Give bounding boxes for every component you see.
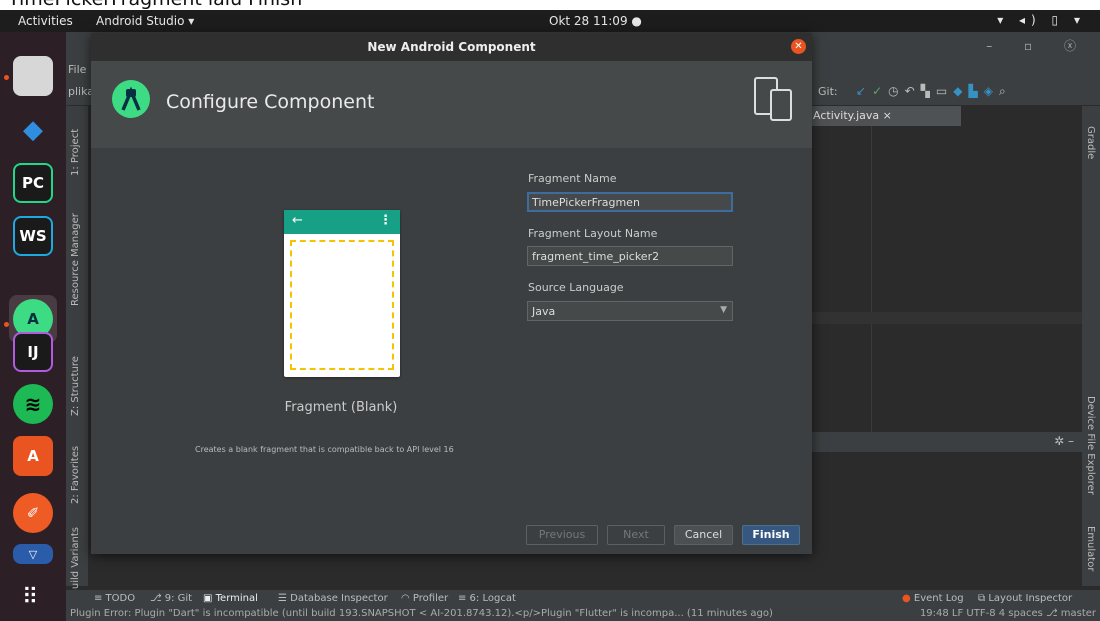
- bottom-panel-header: ✲ –: [811, 432, 1082, 452]
- spotify-icon[interactable]: ≋: [13, 384, 53, 424]
- running-indicator: [4, 75, 9, 80]
- previous-button[interactable]: Previous: [526, 525, 598, 545]
- app-icon[interactable]: ▽: [13, 544, 53, 564]
- fragment-placeholder: [290, 240, 394, 370]
- files-icon[interactable]: [13, 56, 53, 96]
- pycharm-icon[interactable]: PC: [13, 163, 53, 203]
- dialog-title: New Android Component: [91, 33, 812, 61]
- caption-strip: TimePickerFragment lalu Finish: [0, 0, 1100, 10]
- layout-inspector-label: Layout Inspector: [988, 593, 1073, 604]
- preview-toolbar: ← ⋮: [284, 210, 400, 234]
- new-component-dialog: New Android Component ✕ Configure Compon…: [91, 33, 812, 554]
- source-language-select[interactable]: Java ▼: [527, 301, 733, 321]
- tool-logcat[interactable]: ≡ 6: Logcat: [458, 593, 516, 604]
- fragment-name-label: Fragment Name: [528, 172, 617, 185]
- toolbar-icons[interactable]: ↙✓◷↶▚▭◆▙◈⌕: [856, 84, 1012, 99]
- postman-icon[interactable]: ✐: [13, 493, 53, 533]
- running-indicator: [4, 322, 9, 327]
- intellij-icon[interactable]: IJ: [13, 332, 53, 372]
- activities-button[interactable]: Activities: [18, 14, 73, 28]
- tool-structure[interactable]: Z: Structure: [70, 356, 81, 416]
- layout-inspector[interactable]: ⧉ Layout Inspector: [978, 593, 1072, 604]
- tool-database-inspector[interactable]: ☰ Database Inspector: [278, 593, 388, 604]
- layout-name-label: Fragment Layout Name: [528, 227, 658, 240]
- system-tray[interactable]: ▾ ◂) ▯ ▾: [997, 13, 1086, 27]
- webstorm-icon[interactable]: WS: [13, 216, 53, 256]
- status-info[interactable]: 19:48 LF UTF-8 4 spaces ⎇ master: [915, 608, 1096, 619]
- screen: TimePickerFragment lalu Finish Activitie…: [0, 0, 1100, 621]
- tool-resource-manager[interactable]: Resource Manager: [70, 213, 81, 306]
- tool-todo[interactable]: ≡ TODO: [94, 593, 135, 604]
- layout-name-input[interactable]: [527, 246, 733, 266]
- editor-guide: [871, 126, 872, 432]
- event-log[interactable]: ● Event Log: [902, 593, 964, 604]
- dialog-heading: Configure Component: [166, 91, 375, 113]
- close-icon[interactable]: ✕: [791, 39, 806, 54]
- source-language-value: Java: [532, 305, 556, 318]
- devices-icon: [754, 77, 792, 121]
- tool-build-variants[interactable]: Build Variants: [70, 527, 81, 596]
- template-name: Fragment (Blank): [284, 400, 398, 415]
- right-tool-strip: Gradle Device File Explorer Emulator: [1082, 106, 1100, 586]
- gear-icon[interactable]: ✲ –: [1054, 434, 1074, 448]
- tool-profiler[interactable]: ◠ Profiler: [401, 593, 448, 604]
- git-label: Git:: [818, 85, 838, 98]
- show-applications-icon[interactable]: ⠿: [22, 587, 38, 609]
- tool-gradle[interactable]: Gradle: [1085, 126, 1096, 159]
- source-language-label: Source Language: [528, 281, 624, 294]
- caption-text: TimePickerFragment lalu Finish: [8, 0, 302, 10]
- fragment-preview: ← ⋮: [284, 210, 400, 377]
- tool-device-file-explorer[interactable]: Device File Explorer: [1085, 396, 1096, 495]
- code-editor[interactable]: [811, 126, 1082, 432]
- dock: ◆ PC WS A IJ ≋ A ✐ ▽ ⠿: [0, 32, 66, 621]
- app-menu[interactable]: Android Studio ▾: [96, 14, 194, 28]
- finish-button[interactable]: Finish: [742, 525, 800, 545]
- chevron-down-icon: ▼: [720, 305, 727, 315]
- menu-file[interactable]: File: [68, 63, 86, 76]
- software-center-icon[interactable]: A: [13, 436, 53, 476]
- current-line-highlight: [811, 312, 1082, 324]
- dialog-header: Configure Component: [91, 61, 812, 148]
- tool-git[interactable]: ⎇ 9: Git: [150, 593, 192, 604]
- tool-project[interactable]: 1: Project: [70, 129, 81, 176]
- editor-tab[interactable]: Activity.java ×: [811, 106, 961, 126]
- event-log-label: Event Log: [913, 593, 964, 604]
- tool-emulator[interactable]: Emulator: [1085, 526, 1096, 571]
- status-bar: Plugin Error: Plugin "Dart" is incompati…: [66, 608, 1100, 621]
- next-button[interactable]: Next: [607, 525, 665, 545]
- tool-favorites[interactable]: 2: Favorites: [70, 446, 81, 504]
- vscode-icon[interactable]: ◆: [13, 110, 53, 150]
- status-message[interactable]: Plugin Error: Plugin "Dart" is incompati…: [70, 608, 773, 619]
- template-description: Creates a blank fragment that is compati…: [195, 445, 454, 454]
- android-studio-logo-icon: [112, 80, 150, 118]
- bottom-panel: [811, 452, 1082, 586]
- system-top-bar: Activities Android Studio ▾ Okt 28 11:09…: [0, 10, 1100, 32]
- cancel-button[interactable]: Cancel: [674, 525, 733, 545]
- left-tool-strip: 1: Project Resource Manager Z: Structure…: [66, 106, 88, 596]
- overflow-menu-icon: ⋮: [379, 213, 392, 228]
- tool-terminal[interactable]: ▣ Terminal: [203, 593, 258, 604]
- window-controls[interactable]: – ▫ ⓧ: [986, 37, 1090, 54]
- clock[interactable]: Okt 28 11:09 ●: [549, 14, 642, 28]
- fragment-name-input[interactable]: [527, 192, 733, 212]
- tool-window-bar: ≡ TODO ⎇ 9: Git ▣ Terminal ☰ Database In…: [66, 590, 1100, 608]
- back-arrow-icon: ←: [292, 213, 303, 228]
